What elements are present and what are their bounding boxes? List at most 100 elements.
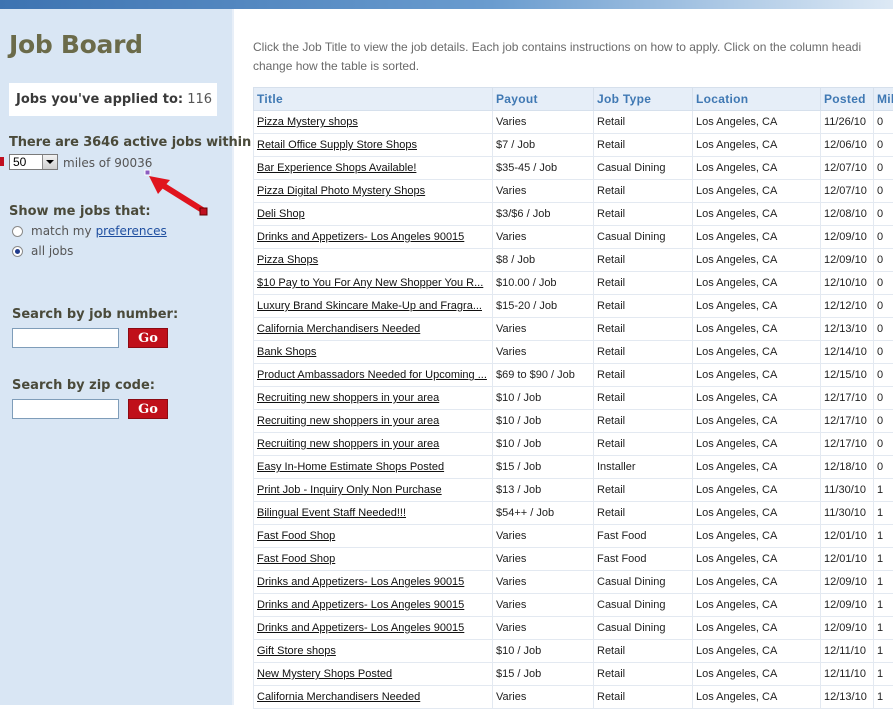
posted-date: 12/12/10 bbox=[821, 295, 874, 318]
column-header-job-type[interactable]: Job Type bbox=[594, 88, 693, 111]
posted-date: 12/13/10 bbox=[821, 686, 874, 709]
posted-date: 11/30/10 bbox=[821, 479, 874, 502]
column-header-posted[interactable]: Posted bbox=[821, 88, 874, 111]
location: Los Angeles, CA bbox=[693, 456, 821, 479]
posted-date: 12/09/10 bbox=[821, 226, 874, 249]
intro-line-1: Click the Job Title to view the job deta… bbox=[253, 38, 893, 57]
job-title-link[interactable]: Pizza Mystery shops bbox=[254, 111, 493, 134]
radio-all-jobs[interactable]: all jobs bbox=[12, 244, 73, 258]
job-title-link[interactable]: Product Ambassadors Needed for Upcoming … bbox=[254, 364, 493, 387]
location: Los Angeles, CA bbox=[693, 272, 821, 295]
posted-date: 12/13/10 bbox=[821, 318, 874, 341]
applied-jobs-box[interactable]: Jobs you've applied to: 116 bbox=[9, 83, 217, 116]
job-title-link[interactable]: Retail Office Supply Store Shops bbox=[254, 134, 493, 157]
go-button-job[interactable]: Go bbox=[128, 328, 168, 348]
posted-date: 12/17/10 bbox=[821, 410, 874, 433]
table-row: Recruiting new shoppers in your area$10 … bbox=[254, 387, 893, 410]
payout: Varies bbox=[493, 180, 594, 203]
location: Los Angeles, CA bbox=[693, 640, 821, 663]
search-zip-label: Search by zip code: bbox=[12, 378, 155, 393]
miles: 0 bbox=[874, 364, 893, 387]
location: Los Angeles, CA bbox=[693, 226, 821, 249]
location: Los Angeles, CA bbox=[693, 364, 821, 387]
table-row: Fast Food ShopVariesFast FoodLos Angeles… bbox=[254, 525, 893, 548]
job-title-link[interactable]: Pizza Digital Photo Mystery Shops bbox=[254, 180, 493, 203]
job-title-link[interactable]: Print Job - Inquiry Only Non Purchase bbox=[254, 479, 493, 502]
job-title-link[interactable]: California Merchandisers Needed bbox=[254, 686, 493, 709]
location: Los Angeles, CA bbox=[693, 157, 821, 180]
payout: Varies bbox=[493, 318, 594, 341]
job-type: Retail bbox=[594, 502, 693, 525]
job-type: Casual Dining bbox=[594, 571, 693, 594]
job-title-link[interactable]: Bank Shops bbox=[254, 341, 493, 364]
applied-count: 116 bbox=[187, 92, 212, 107]
payout: $10.00 / Job bbox=[493, 272, 594, 295]
miles-of-zip-text: miles of 90036 bbox=[63, 156, 152, 170]
job-title-link[interactable]: Drinks and Appetizers- Los Angeles 90015 bbox=[254, 594, 493, 617]
miles: 1 bbox=[874, 617, 893, 640]
job-title-link[interactable]: Recruiting new shoppers in your area bbox=[254, 433, 493, 456]
table-row: Fast Food ShopVariesFast FoodLos Angeles… bbox=[254, 548, 893, 571]
column-header-miles[interactable]: Mil bbox=[874, 88, 893, 111]
location: Los Angeles, CA bbox=[693, 479, 821, 502]
search-job-label: Search by job number: bbox=[12, 307, 178, 322]
table-row: Pizza Shops$8 / JobRetailLos Angeles, CA… bbox=[254, 249, 893, 272]
table-row: Bilingual Event Staff Needed!!!$54++ / J… bbox=[254, 502, 893, 525]
payout: $8 / Job bbox=[493, 249, 594, 272]
job-number-input[interactable] bbox=[12, 328, 119, 348]
chevron-down-icon[interactable] bbox=[42, 155, 57, 169]
radio-all-label: all jobs bbox=[31, 244, 73, 258]
job-title-link[interactable]: Fast Food Shop bbox=[254, 525, 493, 548]
column-header-title[interactable]: Title bbox=[254, 88, 493, 111]
job-title-link[interactable]: Luxury Brand Skincare Make-Up and Fragra… bbox=[254, 295, 493, 318]
location: Los Angeles, CA bbox=[693, 318, 821, 341]
job-title-link[interactable]: Drinks and Appetizers- Los Angeles 90015 bbox=[254, 571, 493, 594]
table-row: Gift Store shops$10 / JobRetailLos Angel… bbox=[254, 640, 893, 663]
job-title-link[interactable]: Deli Shop bbox=[254, 203, 493, 226]
miles: 0 bbox=[874, 387, 893, 410]
location: Los Angeles, CA bbox=[693, 387, 821, 410]
miles: 0 bbox=[874, 203, 893, 226]
job-type: Retail bbox=[594, 410, 693, 433]
job-title-link[interactable]: Gift Store shops bbox=[254, 640, 493, 663]
job-title-link[interactable]: Recruiting new shoppers in your area bbox=[254, 387, 493, 410]
miles-select[interactable]: 50 bbox=[9, 154, 58, 170]
job-title-link[interactable]: Bar Experience Shops Available! bbox=[254, 157, 493, 180]
job-type: Retail bbox=[594, 479, 693, 502]
job-type: Casual Dining bbox=[594, 594, 693, 617]
preferences-link[interactable]: preferences bbox=[96, 224, 167, 238]
job-type: Retail bbox=[594, 134, 693, 157]
job-title-link[interactable]: Bilingual Event Staff Needed!!! bbox=[254, 502, 493, 525]
payout: $13 / Job bbox=[493, 479, 594, 502]
job-title-link[interactable]: Pizza Shops bbox=[254, 249, 493, 272]
job-title-link[interactable]: $10 Pay to You For Any New Shopper You R… bbox=[254, 272, 493, 295]
location: Los Angeles, CA bbox=[693, 295, 821, 318]
job-title-link[interactable]: Easy In-Home Estimate Shops Posted bbox=[254, 456, 493, 479]
payout: $10 / Job bbox=[493, 640, 594, 663]
posted-date: 12/17/10 bbox=[821, 387, 874, 410]
radio-match-button[interactable] bbox=[12, 226, 23, 237]
miles: 1 bbox=[874, 640, 893, 663]
go-button-zip[interactable]: Go bbox=[128, 399, 168, 419]
job-title-link[interactable]: California Merchandisers Needed bbox=[254, 318, 493, 341]
job-title-link[interactable]: New Mystery Shops Posted bbox=[254, 663, 493, 686]
column-header-payout[interactable]: Payout bbox=[493, 88, 594, 111]
location: Los Angeles, CA bbox=[693, 111, 821, 134]
radio-match-preferences[interactable]: match my preferences bbox=[12, 224, 167, 238]
job-type: Retail bbox=[594, 111, 693, 134]
column-header-location[interactable]: Location bbox=[693, 88, 821, 111]
radio-all-button[interactable] bbox=[12, 246, 23, 257]
table-row: $10 Pay to You For Any New Shopper You R… bbox=[254, 272, 893, 295]
job-title-link[interactable]: Recruiting new shoppers in your area bbox=[254, 410, 493, 433]
location: Los Angeles, CA bbox=[693, 617, 821, 640]
job-title-link[interactable]: Drinks and Appetizers- Los Angeles 90015 bbox=[254, 226, 493, 249]
job-title-link[interactable]: Fast Food Shop bbox=[254, 548, 493, 571]
payout: $15-20 / Job bbox=[493, 295, 594, 318]
location: Los Angeles, CA bbox=[693, 433, 821, 456]
table-row: California Merchandisers NeededVariesRet… bbox=[254, 318, 893, 341]
job-type: Retail bbox=[594, 640, 693, 663]
table-row: Recruiting new shoppers in your area$10 … bbox=[254, 433, 893, 456]
job-title-link[interactable]: Drinks and Appetizers- Los Angeles 90015 bbox=[254, 617, 493, 640]
zip-code-input[interactable] bbox=[12, 399, 119, 419]
job-type: Retail bbox=[594, 364, 693, 387]
